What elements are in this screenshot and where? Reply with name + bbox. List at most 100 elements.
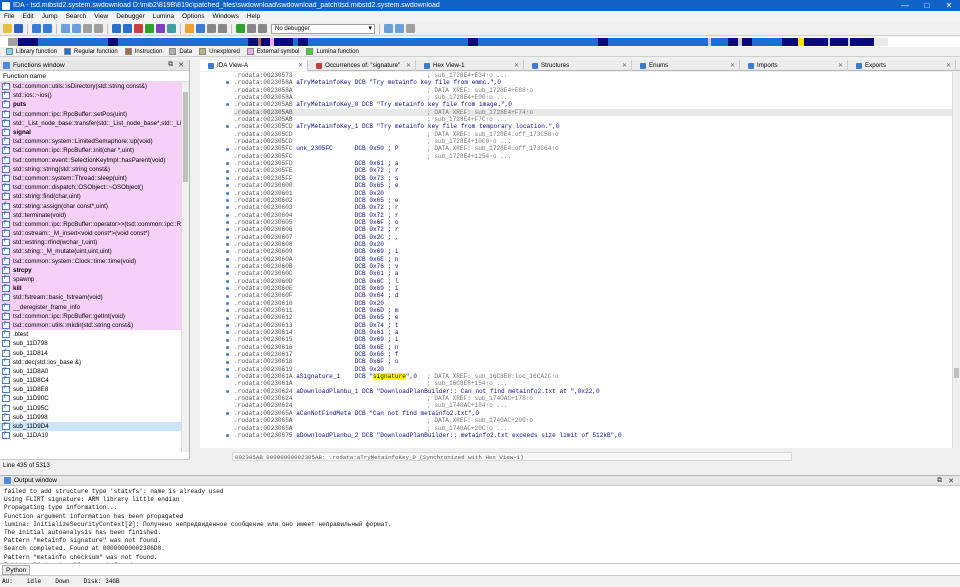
listing-line[interactable]: .rodata:0023058A ; DATA XREF: sub_1728E4… <box>234 87 952 94</box>
listing-line[interactable]: .rodata:00230618 DCB 0x6F ; o <box>234 358 952 365</box>
listing-line[interactable]: .rodata:002305FF DCB 0x73 ; s <box>234 175 952 182</box>
stop-icon[interactable] <box>258 24 267 33</box>
listing-line[interactable]: .rodata:00230602 DCB 0x65 ; e <box>234 197 952 204</box>
tab-close-icon[interactable]: ✕ <box>298 62 303 69</box>
function-list-item[interactable]: tsd::common::system::Clock::time::time(v… <box>0 256 182 266</box>
function-list-item[interactable]: sub_11D798 <box>0 339 182 348</box>
navigation-band[interactable] <box>0 37 960 47</box>
tab-imports[interactable]: Imports ✕ <box>740 60 848 71</box>
function-list-item[interactable]: tsd::common::system::LimitedSemaphore::u… <box>0 137 182 147</box>
function-list-item[interactable]: std::wstring::rfind(wchar_t,uint) <box>0 238 182 248</box>
debugger-select[interactable]: No debugger <box>271 23 375 34</box>
menu-edit[interactable]: Edit <box>22 13 33 20</box>
pane-close-icon[interactable]: ✕ <box>948 477 954 485</box>
function-list-item[interactable]: strcpy <box>0 265 182 275</box>
menu-options[interactable]: Options <box>182 13 204 20</box>
tab-occurrences-of-signature[interactable]: Occurrences of: "signature" ✕ <box>308 60 416 71</box>
tab-close-icon[interactable]: ✕ <box>946 62 951 69</box>
function-list-item[interactable]: tsd::common::dispatch::OSObject::~OSObje… <box>0 183 182 193</box>
data-icon[interactable] <box>123 24 132 33</box>
menu-file[interactable]: File <box>4 13 14 20</box>
listing-line[interactable]: .rodata:00230612 DCB 0x65 ; e <box>234 314 952 321</box>
listing-line[interactable]: .rodata:00230624 aDownloadPlanbu_1 DCB "… <box>234 388 952 395</box>
tab-close-icon[interactable]: ✕ <box>406 62 411 69</box>
function-list-item[interactable]: sub_11D998 <box>0 413 182 422</box>
function-list-item[interactable]: std::dec(std::ios_base &) <box>0 358 182 367</box>
function-list[interactable]: tsd::common::utils::isDirectory(std::str… <box>0 82 182 452</box>
disassembly-scrollbar[interactable] <box>952 72 960 448</box>
listing-line[interactable]: .rodata:002305AB ; DATA XREF: sub_1728E4… <box>234 108 952 117</box>
listing-line[interactable]: .rodata:0023065A ; DATA XREF: sub_1740AC… <box>234 417 952 424</box>
listing-line[interactable]: .rodata:002305CD ; sub_1728E4+10C0↑o ... <box>234 138 952 145</box>
float-icon[interactable]: ⧉ <box>937 477 942 485</box>
function-list-item[interactable]: spawnp <box>0 274 182 285</box>
function-list-item[interactable]: signal <box>0 127 182 138</box>
function-list-item[interactable]: std::terminate(void) <box>0 210 182 220</box>
function-list-item[interactable]: tsd::common::ipc::RpcBuffer::getInt(void… <box>0 311 182 321</box>
function-list-item[interactable]: puts <box>0 100 182 110</box>
array-icon[interactable] <box>145 24 154 33</box>
string-icon[interactable] <box>134 24 143 33</box>
listing-line[interactable]: .rodata:0023065A aCanNotFindMeta DCB "Ca… <box>234 410 952 417</box>
listing-line[interactable]: .rodata:002305AB ; sub_1728E4+F7C↑o ... <box>234 116 952 123</box>
function-list-item[interactable]: tsd::common::event::SelectionKeyImpl::ha… <box>0 155 182 165</box>
tab-close-icon[interactable]: ✕ <box>838 62 843 69</box>
listing-line[interactable]: .rodata:00230611 DCB 0x6D ; m <box>234 307 952 314</box>
menu-view[interactable]: View <box>94 13 108 20</box>
tab-hex-view-1[interactable]: Hex View-1 ✕ <box>416 60 524 71</box>
listing-line[interactable]: .rodata:002305CD aTryMetainfoKey_1 DCB "… <box>234 123 952 130</box>
text-search-icon[interactable] <box>83 24 92 33</box>
function-list-item[interactable]: tsd::common::ipc::RpcBuffer::setPos(uint… <box>0 109 182 119</box>
listing-line[interactable]: .rodata:00230603 DCB 0x72 ; r <box>234 204 952 211</box>
listing-line[interactable]: .rodata:00230619 DCB 0x20 <box>234 366 952 373</box>
listing-line[interactable]: .rodata:0023060C DCB 0x61 ; a <box>234 270 952 277</box>
code-icon[interactable] <box>112 24 121 33</box>
listing-line[interactable]: .rodata:00230616 DCB 0x6E ; n <box>234 344 952 351</box>
tab-exports[interactable]: Exports ✕ <box>848 60 956 71</box>
function-list-item[interactable]: std::_List_node_base::transfer(std::_Lis… <box>0 118 182 128</box>
listing-line[interactable]: .rodata:00230675 aDownloadPlanbu_2 DCB "… <box>234 432 952 439</box>
function-list-scrollbar[interactable] <box>181 82 189 452</box>
function-list-item[interactable]: std::string::string(std::string const&) <box>0 164 182 174</box>
disassembly-view[interactable]: .rodata:00230573 ; sub_1728E4+E34↑o ....… <box>200 72 952 448</box>
function-list-item[interactable]: kill <box>0 284 182 294</box>
function-name-column-header[interactable]: Function name <box>0 71 189 82</box>
listing-line[interactable]: .rodata:0023060B DCB 0x76 ; v <box>234 263 952 270</box>
menu-lumina[interactable]: Lumina <box>153 13 174 20</box>
listing-line[interactable]: .rodata:00230605 DCB 0x6F ; o <box>234 219 952 226</box>
settings-icon[interactable] <box>384 24 393 33</box>
listing-line[interactable]: .rodata:0023061A ; sub_16C8E8+154↑o ... <box>234 380 952 387</box>
tab-ida-view-a[interactable]: IDA View-A ✕ <box>200 60 308 71</box>
pause-icon[interactable] <box>247 24 256 33</box>
run-icon[interactable] <box>236 24 245 33</box>
python-language-button[interactable]: Python <box>2 564 31 575</box>
undefine-icon[interactable] <box>156 24 165 33</box>
forward-icon[interactable] <box>43 24 52 33</box>
listing-line[interactable]: .rodata:002305FD DCB 0x61 ; a <box>234 160 952 167</box>
search-icon[interactable] <box>72 24 81 33</box>
menu-windows[interactable]: Windows <box>212 13 238 20</box>
function-list-item[interactable]: .btest <box>0 330 182 339</box>
listing-line[interactable]: .rodata:0023058A aTryMetainfoKey DCB "Tr… <box>234 79 952 86</box>
open-icon[interactable] <box>3 24 12 33</box>
listing-line[interactable]: .rodata:002305FC unk_2305FC DCB 0x50 ; P… <box>234 145 952 152</box>
listing-line[interactable]: .rodata:00230604 DCB 0x72 ; r <box>234 212 952 219</box>
listing-line[interactable]: .rodata:00230624 ; sub_1740AC+184↑o ... <box>234 402 952 409</box>
binary-search-icon[interactable] <box>94 24 103 33</box>
function-list-item[interactable]: std::ostream::_M_insert<void const*>(voi… <box>0 229 182 239</box>
plugins-icon[interactable] <box>395 24 404 33</box>
function-list-item[interactable]: tsd::common::utils::isDirectory(std::str… <box>0 82 182 92</box>
listing-line[interactable]: .rodata:0023060E DCB 0x69 ; i <box>234 285 952 292</box>
function-list-item[interactable]: sub_11D8A0 <box>0 367 182 376</box>
listing-line[interactable]: .rodata:0023060A DCB 0x6E ; n <box>234 256 952 263</box>
function-list-item[interactable]: sub_11D8E8 <box>0 385 182 394</box>
function-list-item[interactable]: sub_11D814 <box>0 348 182 357</box>
tab-close-icon[interactable]: ✕ <box>622 62 627 69</box>
listing-line[interactable]: .rodata:00230614 DCB 0x61 ; a <box>234 329 952 336</box>
listing-line[interactable]: .rodata:00230613 DCB 0x74 ; t <box>234 322 952 329</box>
function-list-item[interactable]: sub_11DA10 <box>0 431 182 440</box>
listing-lines[interactable]: .rodata:00230573 ; sub_1728E4+E34↑o ....… <box>234 72 952 448</box>
float-icon[interactable]: ⧉ <box>168 61 173 69</box>
name-icon[interactable] <box>167 24 176 33</box>
function-list-item[interactable]: sub_11D8C4 <box>0 376 182 385</box>
